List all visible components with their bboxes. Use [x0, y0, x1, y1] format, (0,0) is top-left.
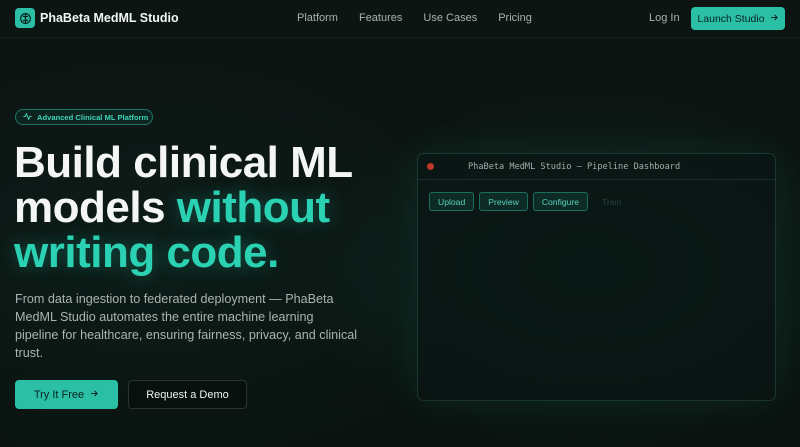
launch-studio-button[interactable]: Launch Studio [691, 7, 785, 30]
nav-link-use-cases[interactable]: Use Cases [423, 12, 477, 24]
login-link[interactable]: Log In [649, 12, 680, 24]
headline-line-3-accent: writing code. [14, 228, 279, 277]
arrow-right-icon [90, 389, 99, 401]
train-button[interactable]: Train [593, 192, 630, 211]
arrow-right-icon [770, 13, 779, 25]
platform-badge: Advanced Clinical ML Platform [15, 109, 153, 125]
request-demo-label: Request a Demo [146, 388, 229, 401]
headline-line-2-plain: models [14, 183, 177, 232]
logo-icon[interactable] [15, 8, 35, 28]
close-dot-icon[interactable] [427, 163, 434, 170]
preview-button[interactable]: Preview [479, 192, 528, 211]
pipeline-toolbar: Upload Preview Configure Train [429, 192, 630, 211]
brand-name[interactable]: PhaBeta MedML Studio [40, 11, 179, 25]
nav-link-features[interactable]: Features [359, 12, 402, 24]
hero-headline: Build clinical ML models without writing… [14, 140, 414, 275]
nav-links: Platform Features Use Cases Pricing [297, 12, 532, 24]
activity-icon [23, 112, 32, 123]
nav-link-pricing[interactable]: Pricing [498, 12, 532, 24]
headline-line-1: Build clinical ML [14, 138, 353, 187]
nav-link-platform[interactable]: Platform [297, 12, 338, 24]
try-it-free-button[interactable]: Try It Free [15, 380, 118, 409]
headline-line-2-accent: without [176, 183, 330, 232]
try-it-free-label: Try It Free [33, 388, 85, 401]
hero-description: From data ingestion to federated deploym… [15, 292, 358, 360]
configure-button[interactable]: Configure [532, 192, 589, 211]
upload-button[interactable]: Upload [429, 192, 475, 211]
launch-studio-label: Launch Studio [697, 12, 765, 25]
request-demo-button[interactable]: Request a Demo [128, 380, 247, 409]
pipeline-dashboard-panel: PhaBeta MedML Studio — Pipeline Dashboar… [417, 153, 776, 401]
badge-label: Advanced Clinical ML Platform [37, 112, 149, 122]
top-navigation: PhaBeta MedML Studio Platform Features U… [0, 0, 800, 38]
panel-title-bar: PhaBeta MedML Studio — Pipeline Dashboar… [418, 154, 775, 180]
panel-title: PhaBeta MedML Studio — Pipeline Dashboar… [468, 162, 681, 172]
